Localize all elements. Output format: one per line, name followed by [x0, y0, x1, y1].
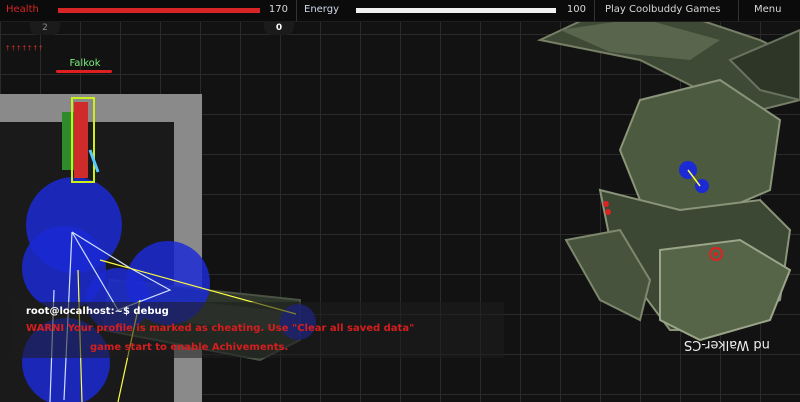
- hud-divider: [296, 0, 297, 21]
- boss-name-label: nd Walker-CS: [684, 337, 770, 352]
- player-health-bar: [56, 70, 112, 73]
- hud-divider: [738, 0, 739, 21]
- energy-label: Energy: [304, 4, 340, 15]
- console-warning: WARNI Your profile is marked as cheating…: [26, 323, 415, 334]
- hud-divider: [594, 0, 595, 21]
- console-prompt: root@localhost:~$ debug: [26, 306, 169, 317]
- energy-value: 100: [566, 4, 586, 15]
- counter-right: 0: [264, 21, 294, 35]
- play-coolbuddy-link[interactable]: Play Coolbuddy Games: [605, 4, 721, 15]
- console-warning-continued: game start to enable Achivements.: [90, 342, 289, 353]
- boss-walker[interactable]: [536, 10, 800, 342]
- menu-button[interactable]: Menu: [754, 4, 781, 15]
- health-value: 170: [268, 4, 288, 15]
- player-name: Falkok: [69, 58, 101, 69]
- status-markers: †††††††: [6, 44, 45, 52]
- game-viewport[interactable]: Health 170 Energy 100 Play Coolbuddy Gam…: [0, 0, 800, 402]
- health-label: Health: [6, 4, 39, 15]
- debug-console[interactable]: root@localhost:~$ debug WARNI Your profi…: [14, 302, 504, 358]
- counter-left: 2: [30, 21, 60, 35]
- energy-bar: [356, 8, 556, 13]
- top-hud: Health 170 Energy 100 Play Coolbuddy Gam…: [0, 0, 800, 22]
- health-bar: [58, 8, 260, 13]
